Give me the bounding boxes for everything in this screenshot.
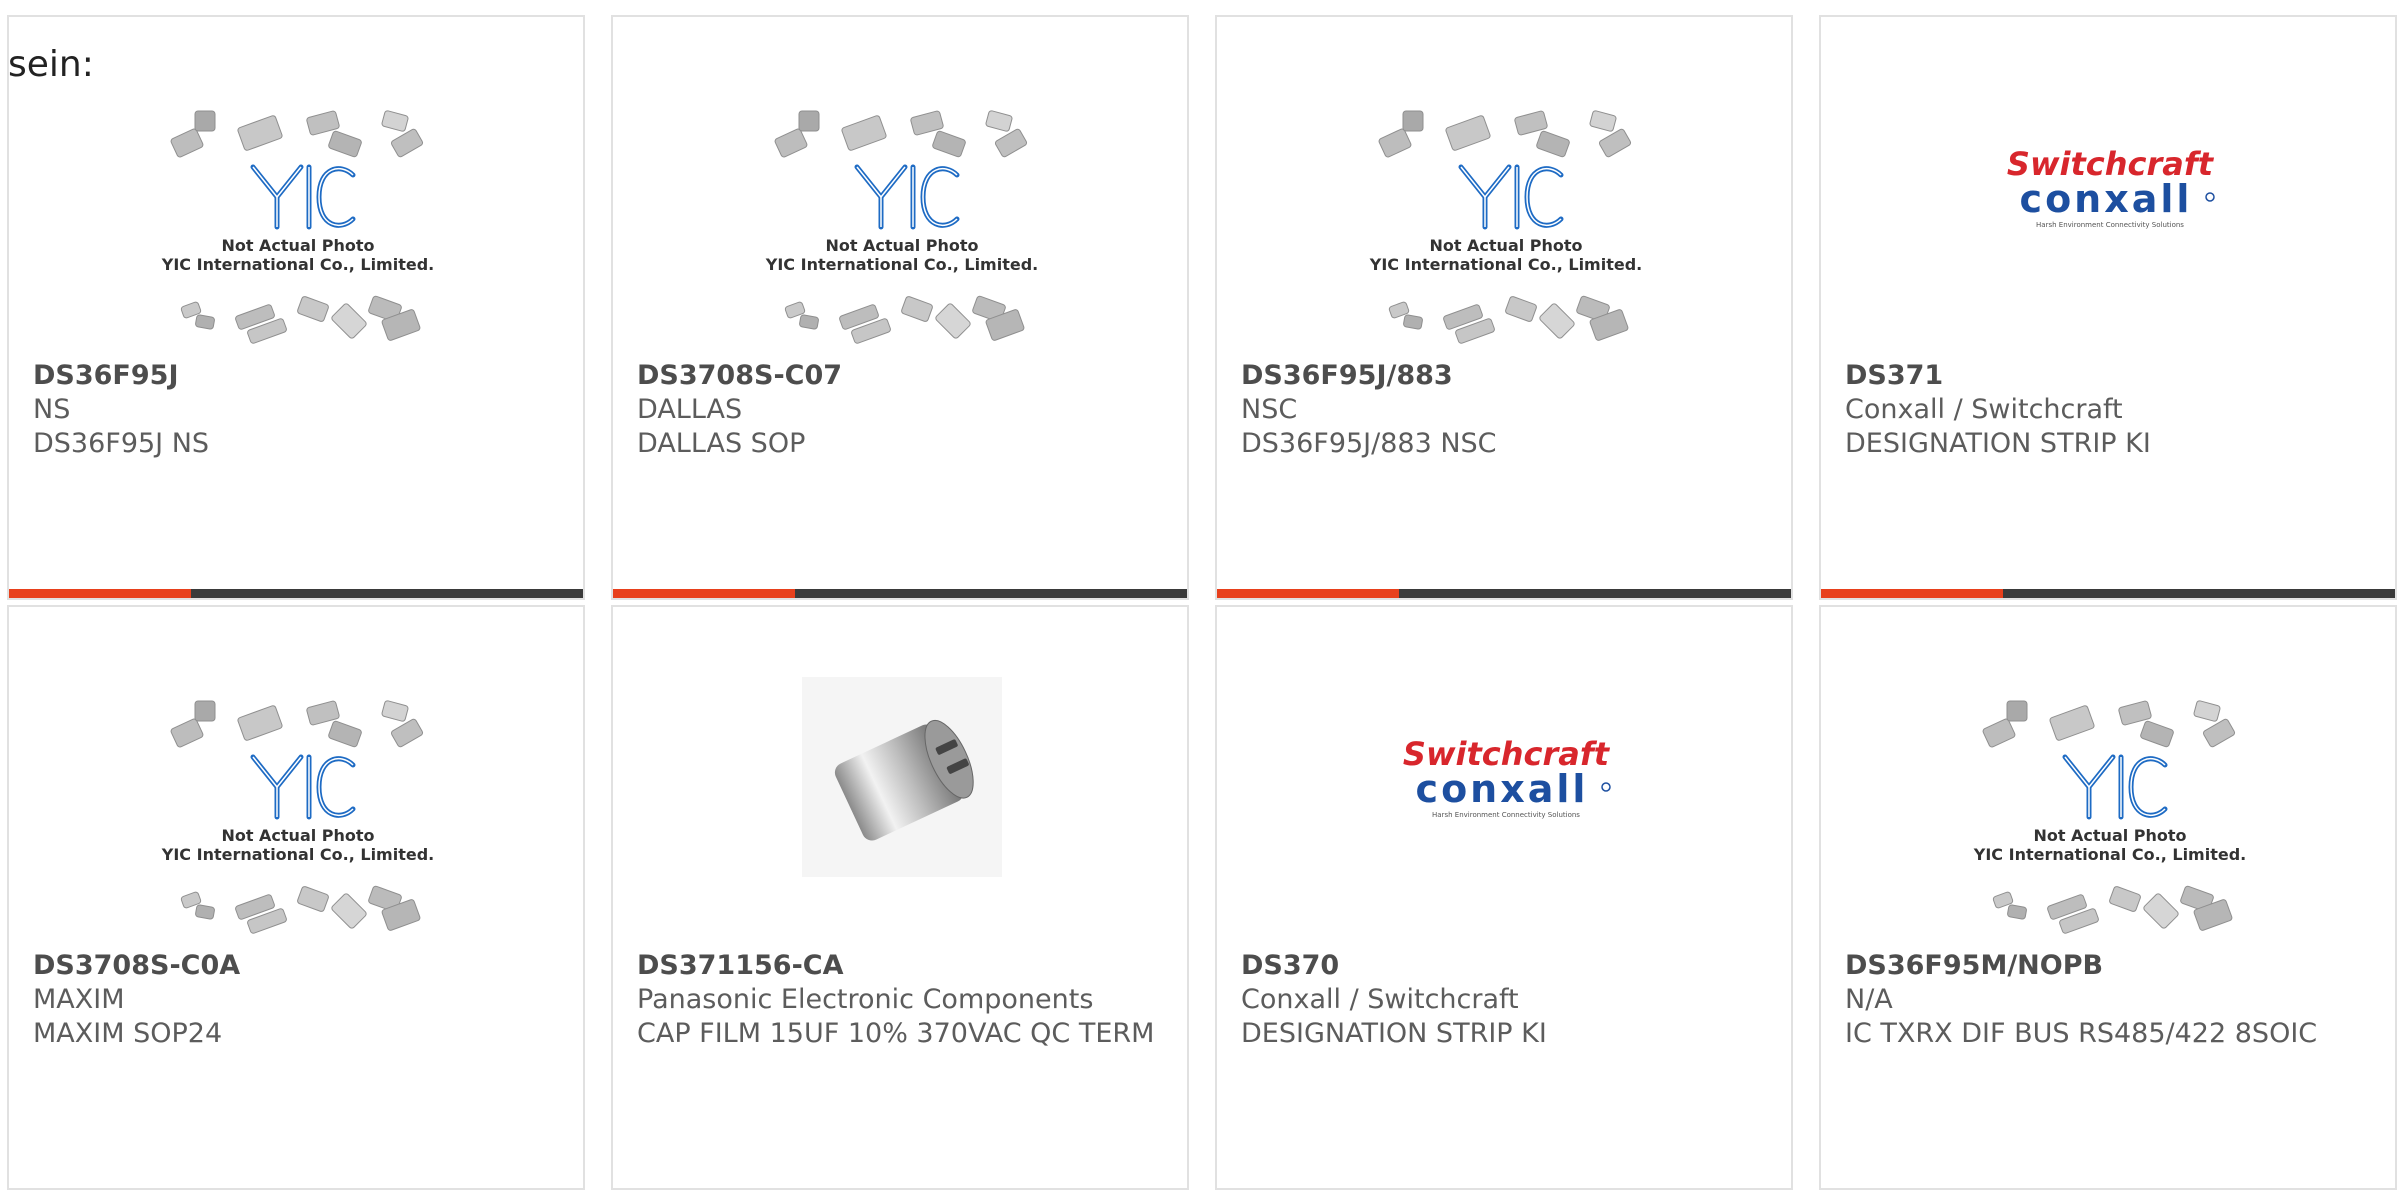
manufacturer: Conxall / Switchcraft [1241, 984, 1519, 1015]
part-number[interactable]: DS371156-CA [637, 949, 1167, 983]
svg-text:YIC International Co., Limited: YIC International Co., Limited. [1369, 255, 1642, 274]
svg-text:YIC International Co., Limited: YIC International Co., Limited. [1973, 845, 2246, 864]
svg-text:Not Actual Photo: Not Actual Photo [825, 236, 978, 255]
svg-text:YIC International Co., Limited: YIC International Co., Limited. [765, 255, 1038, 274]
part-number[interactable]: DS3708S-C07 [637, 359, 1167, 393]
yic-placeholder-image: Not Actual Photo YIC International Co., … [9, 607, 583, 947]
part-number[interactable]: DS36F95J [33, 359, 563, 393]
lead-text: sein: [8, 44, 94, 85]
manufacturer: N/A [1845, 984, 1893, 1015]
description: MAXIM SOP24 [33, 1018, 223, 1049]
svg-text:conxall: conxall [2020, 177, 2193, 221]
svg-text:Not Actual Photo: Not Actual Photo [221, 826, 374, 845]
yic-placeholder-image: Not Actual Photo YIC International Co., … [9, 17, 583, 357]
description: DALLAS SOP [637, 428, 806, 459]
part-number[interactable]: DS371 [1845, 359, 2375, 393]
manufacturer: MAXIM [33, 984, 125, 1015]
manufacturer: Panasonic Electronic Components [637, 984, 1094, 1015]
yic-placeholder-image: Not Actual Photo YIC International Co., … [613, 17, 1187, 357]
manufacturer: DALLAS [637, 394, 743, 425]
product-card[interactable]: Switchcraft conxall Harsh Environment Co… [1819, 15, 2397, 600]
description: DS36F95J/883 NSC [1241, 428, 1497, 459]
product-card[interactable]: Not Actual Photo YIC International Co., … [1215, 15, 1793, 600]
product-card[interactable]: Not Actual Photo YIC International Co., … [1819, 605, 2397, 1190]
description: DESIGNATION STRIP KI [1241, 1018, 1547, 1049]
capacitor-photo-image [613, 607, 1187, 947]
card-accent-bar [1821, 589, 2395, 598]
product-card[interactable]: Switchcraft conxall Harsh Environment Co… [1215, 605, 1793, 1190]
card-accent-bar [613, 589, 1187, 598]
product-card[interactable]: DS371156-CA Panasonic Electronic Compone… [611, 605, 1189, 1190]
manufacturer: Conxall / Switchcraft [1845, 394, 2123, 425]
svg-text:Not Actual Photo: Not Actual Photo [221, 236, 374, 255]
yic-placeholder-image: Not Actual Photo YIC International Co., … [1217, 17, 1791, 357]
manufacturer: NS [33, 394, 71, 425]
svg-text:YIC International Co., Limited: YIC International Co., Limited. [161, 845, 434, 864]
product-card[interactable]: Not Actual Photo YIC International Co., … [7, 605, 585, 1190]
card-accent-bar [1217, 589, 1791, 598]
manufacturer: NSC [1241, 394, 1298, 425]
description: DESIGNATION STRIP KI [1845, 428, 2151, 459]
part-number[interactable]: DS370 [1241, 949, 1771, 983]
description: IC TXRX DIF BUS RS485/422 8SOIC [1845, 1018, 2318, 1049]
product-card[interactable]: Not Actual Photo YIC International Co., … [7, 15, 585, 600]
card-accent-bar [9, 589, 583, 598]
switchcraft-logo-image: Switchcraft conxall Harsh Environment Co… [1217, 607, 1791, 947]
yic-placeholder-image: Not Actual Photo YIC International Co., … [1821, 607, 2395, 947]
svg-text:Not Actual Photo: Not Actual Photo [1429, 236, 1582, 255]
product-card[interactable]: Not Actual Photo YIC International Co., … [611, 15, 1189, 600]
part-number[interactable]: DS36F95M/NOPB [1845, 949, 2375, 983]
description: CAP FILM 15UF 10% 370VAC QC TERM [637, 1018, 1155, 1049]
svg-text:conxall: conxall [1416, 767, 1589, 811]
svg-text:Harsh Environment Connectivity: Harsh Environment Connectivity Solutions [1432, 811, 1580, 819]
part-number[interactable]: DS3708S-C0A [33, 949, 563, 983]
svg-text:Not Actual Photo: Not Actual Photo [2033, 826, 2186, 845]
part-number[interactable]: DS36F95J/883 [1241, 359, 1771, 393]
description: DS36F95J NS [33, 428, 210, 459]
svg-text:YIC International Co., Limited: YIC International Co., Limited. [161, 255, 434, 274]
svg-text:Harsh Environment Connectivity: Harsh Environment Connectivity Solutions [2036, 221, 2184, 229]
switchcraft-logo-image: Switchcraft conxall Harsh Environment Co… [1821, 17, 2395, 357]
